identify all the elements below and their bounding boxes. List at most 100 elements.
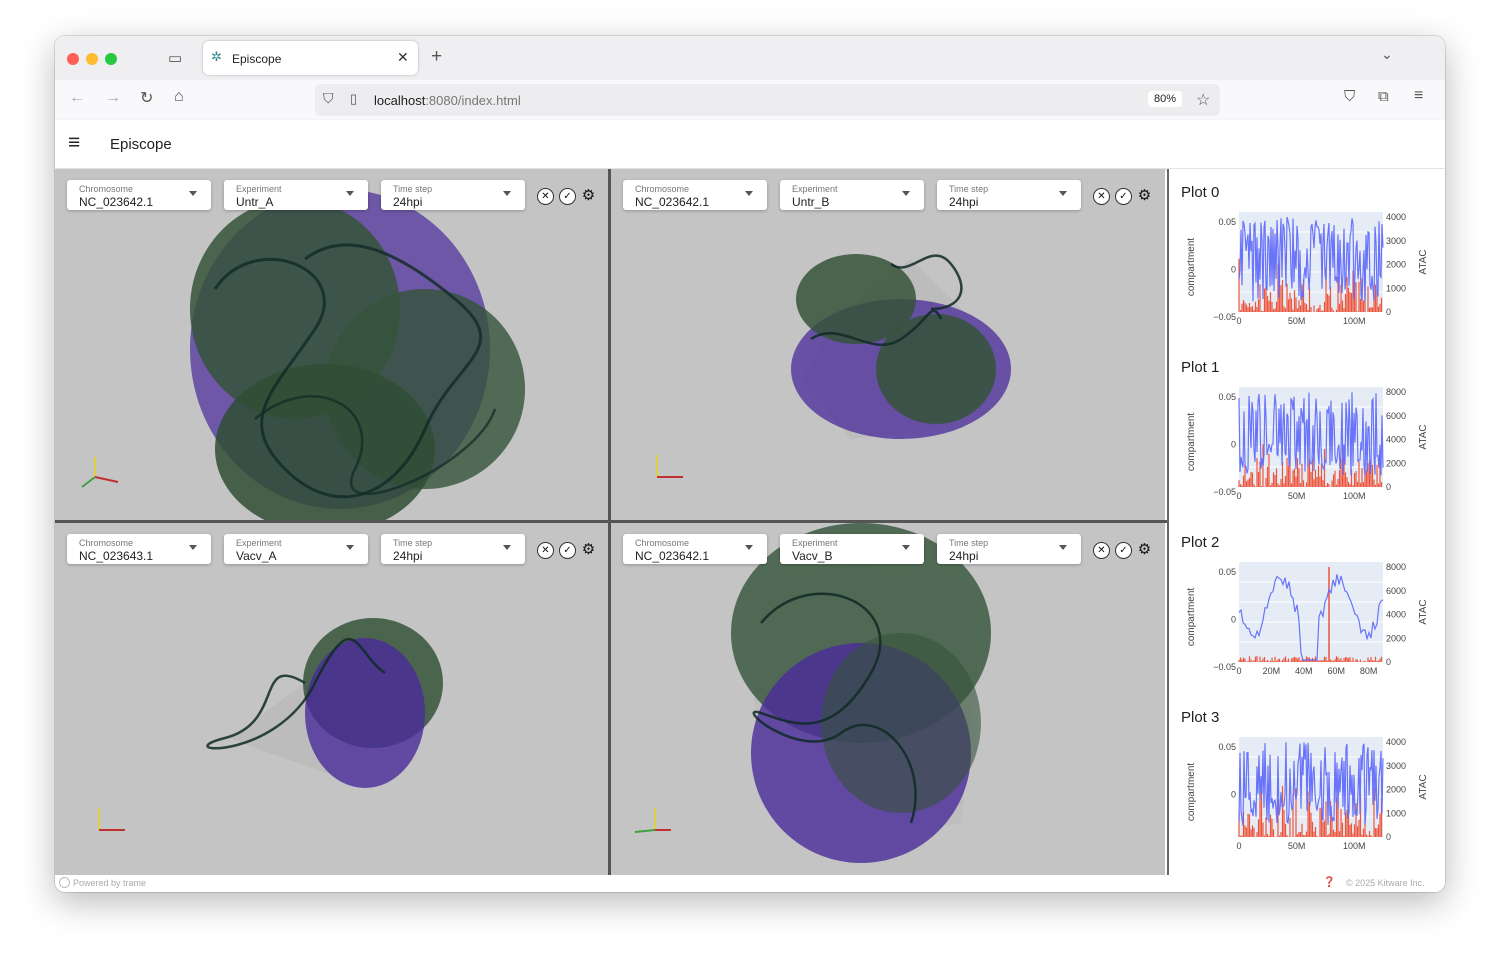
experiment-select-3[interactable]: Experiment Vacv_B [780, 534, 924, 564]
reload-icon[interactable]: ↻ [140, 88, 153, 108]
maximize-window-button[interactable] [105, 53, 117, 65]
hamburger-icon[interactable]: ≡ [68, 131, 80, 155]
experiment-select-2[interactable]: Experiment Vacv_A [224, 534, 368, 564]
close-view-icon[interactable]: ✕ [1093, 188, 1110, 205]
x-tick-label: 60M [1327, 666, 1345, 676]
browser-tab[interactable]: ✲ Episcope ✕ [203, 41, 418, 75]
render-view-2[interactable]: Chromosome NC_023643.1 Experiment Vacv_A T… [55, 523, 608, 875]
timestep-label: Time step [949, 184, 989, 194]
trame-logo-icon [59, 877, 70, 888]
url-bar[interactable]: ⛉ ▯ localhost:8080/index.html 80% ☆ [315, 84, 1220, 116]
molecule-render-0 [190, 189, 525, 520]
favicon-icon: ✲ [211, 49, 222, 64]
dropdown-arrow-icon [745, 545, 753, 550]
forward-icon[interactable]: → [105, 89, 121, 107]
y2-tick-label: 4000 [1386, 212, 1406, 222]
close-view-icon[interactable]: ✕ [1093, 542, 1110, 559]
y2-tick-label: 8000 [1386, 562, 1406, 572]
menu-icon[interactable]: ≡ [1414, 87, 1423, 105]
shield-icon[interactable]: ⛉ [323, 90, 334, 107]
y2-tick-label: 0 [1386, 657, 1391, 667]
y2-tick-label: 2000 [1386, 260, 1406, 270]
plot-0[interactable]: 0.050−0.05400030002000100000 50M 100Mcompa… [1171, 209, 1441, 344]
y2-tick-label: 6000 [1386, 586, 1406, 596]
app-bar: ≡ Episcope [55, 120, 1445, 168]
timestep-select-3[interactable]: Time step 24hpi [937, 534, 1081, 564]
plot-title: Plot 0 [1181, 184, 1220, 201]
zoom-badge[interactable]: 80% [1148, 91, 1183, 107]
y2-tick-label: 4000 [1386, 435, 1406, 445]
apply-check-icon[interactable]: ✓ [1115, 188, 1132, 205]
render-view-0[interactable]: Chromosome NC_023642.1 Experiment Untr_A T… [55, 169, 608, 520]
apply-check-icon[interactable]: ✓ [559, 188, 576, 205]
experiment-label: Experiment [792, 538, 838, 548]
pocket-icon[interactable]: ⛉ [1344, 88, 1355, 105]
back-icon[interactable]: ← [69, 89, 85, 107]
tab-bar: ▭ ✲ Episcope ✕ + ⌄ [55, 36, 1445, 80]
experiment-value: Untr_B [792, 195, 830, 209]
render-view-1[interactable]: Chromosome NC_023642.1 Experiment Untr_B T… [611, 169, 1165, 520]
x-tick-label: 50M [1288, 491, 1306, 501]
timestep-select-0[interactable]: Time step 24hpi [381, 180, 525, 210]
close-view-icon[interactable]: ✕ [537, 188, 554, 205]
experiment-label: Experiment [236, 538, 282, 548]
horizontal-divider[interactable] [55, 520, 1167, 523]
y2-tick-label: 2000 [1386, 785, 1406, 795]
home-icon[interactable]: ⌂ [174, 88, 184, 106]
new-tab-icon[interactable]: + [431, 46, 442, 68]
timestep-value: 24hpi [393, 549, 423, 563]
timestep-select-1[interactable]: Time step 24hpi [937, 180, 1081, 210]
close-window-button[interactable] [67, 53, 79, 65]
y-tick-label: 0 [1231, 440, 1236, 450]
plot-2[interactable]: 0.050−0.05800060004000200000 20M 40M 60M 80M… [1171, 559, 1441, 694]
y2-tick-label: 0 [1386, 482, 1391, 492]
x-tick-label: 50M [1288, 841, 1306, 851]
plots-panel: Plot 0 0.05 0 −0.05 4000 3000 2000 1000 0 0 50M 10… [1167, 169, 1445, 875]
dropdown-arrow-icon [902, 191, 910, 196]
dropdown-arrow-icon [745, 191, 753, 196]
plot-3[interactable]: 0.05 0 4000 3000 2000 1000 0 0 50M 100M compartmen… [1171, 734, 1441, 869]
minimize-window-button[interactable] [86, 53, 98, 65]
close-tab-icon[interactable]: ✕ [397, 49, 409, 66]
apply-check-icon[interactable]: ✓ [1115, 542, 1132, 559]
y-tick-label: −0.05 [1213, 662, 1236, 672]
bookmark-star-icon[interactable]: ☆ [1196, 90, 1210, 110]
experiment-value: Untr_A [236, 195, 274, 209]
y2-tick-label: 3000 [1386, 761, 1406, 771]
help-icon[interactable]: ❓ [1323, 877, 1335, 888]
chromosome-label: Chromosome [79, 184, 134, 194]
chevron-down-icon[interactable]: ⌄ [1381, 46, 1393, 63]
render-view-3[interactable]: Chromosome NC_023642.1 Experiment Vacv_B T… [611, 523, 1165, 875]
timestep-value: 24hpi [949, 195, 979, 209]
timestep-value: 24hpi [393, 195, 423, 209]
chromosome-select-1[interactable]: Chromosome NC_023642.1 [623, 180, 767, 210]
apply-check-icon[interactable]: ✓ [559, 542, 576, 559]
gear-icon[interactable]: ⚙ [580, 541, 597, 558]
experiment-select-1[interactable]: Experiment Untr_B [780, 180, 924, 210]
experiment-select-0[interactable]: Experiment Untr_A [224, 180, 368, 210]
y2-tick-label: 4000 [1386, 737, 1406, 747]
tab-overview-icon[interactable]: ▭ [168, 49, 182, 67]
gear-icon[interactable]: ⚙ [1136, 187, 1153, 204]
timestep-select-2[interactable]: Time step 24hpi [381, 534, 525, 564]
dropdown-arrow-icon [503, 191, 511, 196]
plot-1[interactable]: 0.050−0.05800060004000200000 50M 100Mcompa… [1171, 384, 1441, 519]
y2-axis-label: ATAC [1418, 424, 1429, 449]
axes-widget-icon [633, 805, 673, 845]
experiment-value: Vacv_A [236, 549, 277, 563]
timestep-label: Time step [393, 184, 433, 194]
close-view-icon[interactable]: ✕ [537, 542, 554, 559]
chromosome-select-3[interactable]: Chromosome NC_023642.1 [623, 534, 767, 564]
timestep-value: 24hpi [949, 549, 979, 563]
gear-icon[interactable]: ⚙ [1136, 541, 1153, 558]
chromosome-select-0[interactable]: Chromosome NC_023642.1 [67, 180, 211, 210]
page-icon: ▯ [350, 91, 358, 106]
url-path: :8080/index.html [425, 93, 521, 108]
chromosome-select-2[interactable]: Chromosome NC_023643.1 [67, 534, 211, 564]
plot-title: Plot 1 [1181, 359, 1220, 376]
extensions-icon[interactable]: ⧉ [1378, 88, 1389, 105]
gear-icon[interactable]: ⚙ [580, 187, 597, 204]
x-tick-label: 40M [1295, 666, 1313, 676]
plot-area [1239, 562, 1383, 662]
y-tick-label: −0.05 [1213, 487, 1236, 497]
